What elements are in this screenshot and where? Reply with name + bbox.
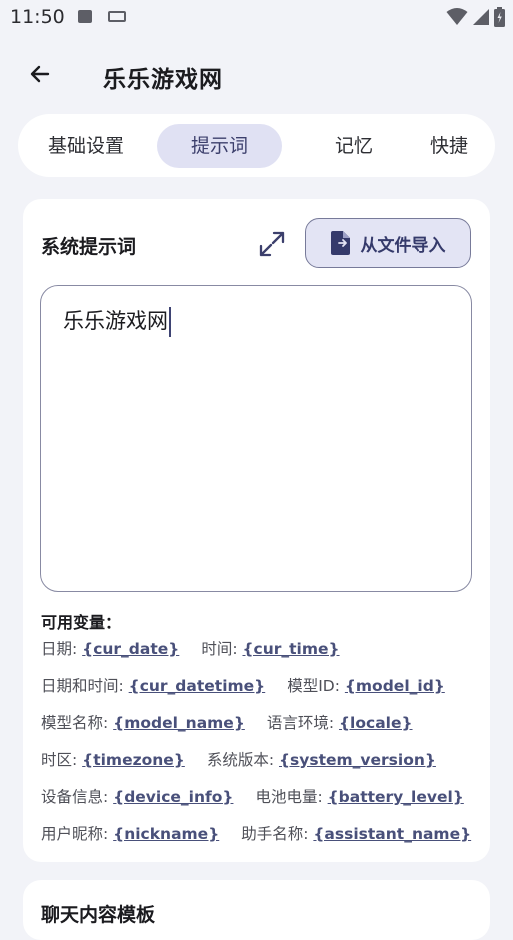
- variable-device-info[interactable]: {device_info}: [113, 788, 233, 806]
- expand-icon: [259, 231, 285, 257]
- available-variables-title: 可用变量：: [41, 613, 122, 632]
- signal-icon: [473, 9, 489, 25]
- arrow-back-icon: [30, 65, 50, 83]
- battery-icon: [494, 7, 505, 27]
- file-import-icon: [330, 231, 350, 255]
- variables-row: 日期和时间: {cur_datetime} 模型ID: {model_id}: [41, 674, 445, 696]
- variables-row: 设备信息: {device_info} 电池电量: {battery_level}: [41, 785, 464, 807]
- page-title: 乐乐游戏网: [103, 67, 223, 93]
- variable-cur-date[interactable]: {cur_date}: [82, 640, 179, 658]
- variable-label: 设备信息:: [41, 788, 114, 806]
- variable-label: 模型ID:: [287, 677, 345, 695]
- variable-model-name[interactable]: {model_name}: [113, 714, 245, 732]
- variables-row: 日期: {cur_date} 时间: {cur_time}: [41, 637, 340, 659]
- variable-label: 日期和时间:: [41, 677, 129, 695]
- system-prompt-card: 系统提示词 从文件导入 乐乐游戏网 可用变量： 日期: {cur_date} 时间…: [23, 199, 490, 862]
- variable-label: 模型名称:: [41, 714, 114, 732]
- variable-label: 语言环境:: [266, 714, 340, 732]
- tab-basic-settings[interactable]: 基础设置: [32, 124, 140, 168]
- variable-label: 电池电量:: [255, 788, 328, 806]
- system-prompt-input[interactable]: 乐乐游戏网: [40, 285, 472, 592]
- keyboard-icon: [108, 11, 126, 22]
- variable-locale[interactable]: {locale}: [339, 714, 413, 732]
- variables-row: 模型名称: {model_name} 语言环境: {locale}: [41, 711, 413, 733]
- variables-row: 用户昵称: {nickname} 助手名称: {assistant_name}: [41, 822, 471, 844]
- system-prompt-text: 乐乐游戏网: [63, 309, 168, 333]
- import-from-file-button[interactable]: 从文件导入: [305, 218, 471, 268]
- variable-label: 用户昵称:: [41, 825, 114, 843]
- variable-nickname[interactable]: {nickname}: [113, 825, 219, 843]
- top-app-bar: 乐乐游戏网: [0, 44, 513, 104]
- variable-timezone[interactable]: {timezone}: [82, 751, 185, 769]
- variable-assistant-name[interactable]: {assistant_name}: [313, 825, 471, 843]
- tab-shortcuts[interactable]: 快捷: [430, 124, 495, 168]
- notification-app-icon: [78, 10, 92, 23]
- variable-cur-datetime[interactable]: {cur_datetime}: [129, 677, 266, 695]
- status-bar: 11:50: [0, 0, 513, 34]
- tab-memory[interactable]: 记忆: [314, 124, 394, 168]
- chat-template-title: 聊天内容模板: [41, 904, 156, 926]
- settings-tab-bar: 基础设置 提示词 记忆 快捷: [18, 114, 495, 177]
- status-time: 11:50: [10, 6, 65, 28]
- wifi-icon: [446, 8, 468, 25]
- tab-prompt[interactable]: 提示词: [157, 124, 282, 168]
- import-button-label: 从文件导入: [360, 235, 446, 256]
- system-icons: [446, 7, 505, 27]
- variable-model-id[interactable]: {model_id}: [345, 677, 445, 695]
- variable-label: 日期:: [41, 640, 83, 658]
- system-prompt-title: 系统提示词: [41, 236, 137, 258]
- variable-system-version[interactable]: {system_version}: [279, 751, 436, 769]
- variable-label: 系统版本:: [206, 751, 279, 769]
- text-cursor: [169, 307, 171, 337]
- variable-label: 助手名称:: [241, 825, 314, 843]
- variables-row: 时区: {timezone} 系统版本: {system_version}: [41, 748, 436, 770]
- variable-cur-time[interactable]: {cur_time}: [242, 640, 339, 658]
- back-button[interactable]: [24, 58, 56, 90]
- variable-label: 时区:: [41, 751, 83, 769]
- variable-label: 时间:: [201, 640, 243, 658]
- variable-battery-level[interactable]: {battery_level}: [328, 788, 464, 806]
- expand-button[interactable]: [257, 229, 287, 259]
- chat-template-card: 聊天内容模板: [23, 880, 490, 940]
